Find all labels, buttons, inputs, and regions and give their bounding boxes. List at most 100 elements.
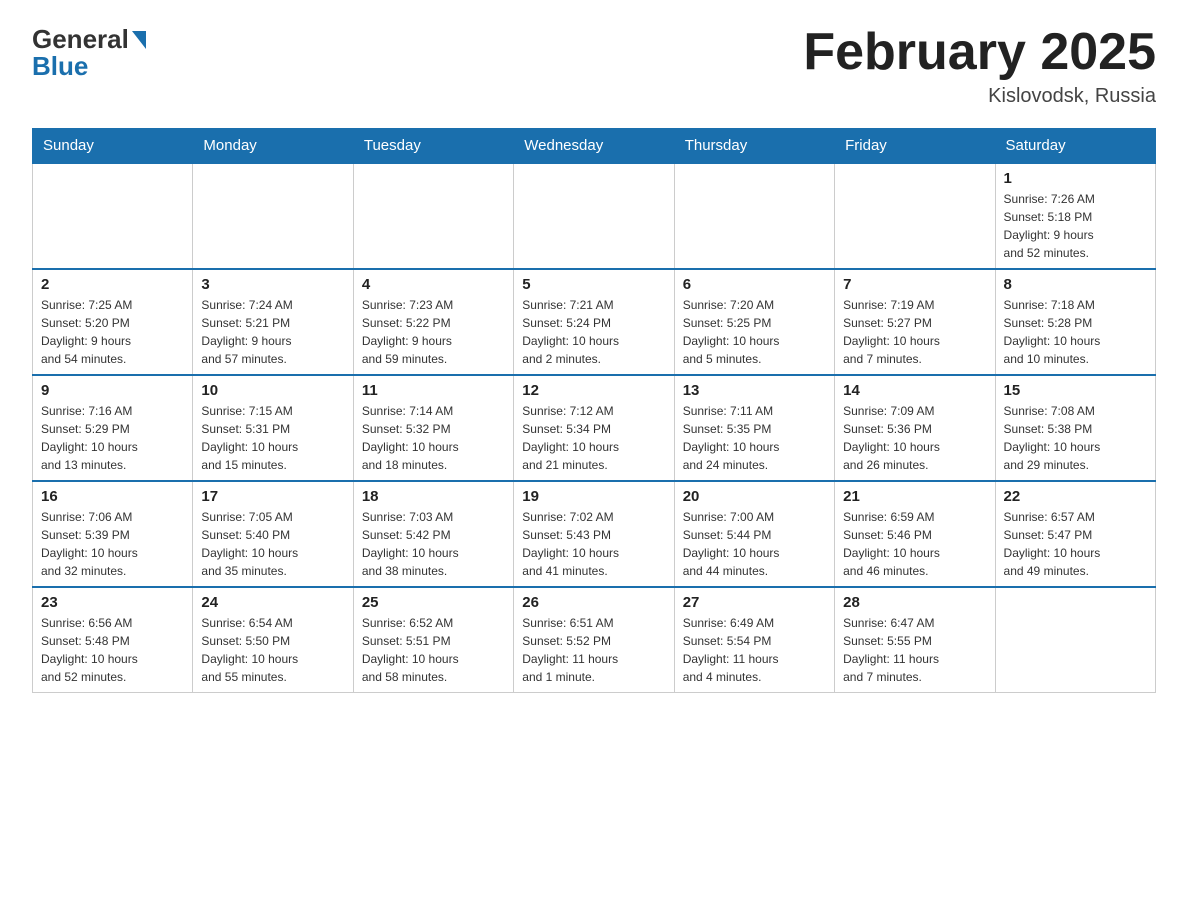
day-number: 26	[522, 594, 665, 611]
day-number: 18	[362, 488, 505, 505]
calendar-cell: 5 Sunrise: 7:21 AM Sunset: 5:24 PM Daylig…	[514, 269, 674, 375]
day-number: 20	[683, 488, 826, 505]
calendar-cell: 14 Sunrise: 7:09 AM Sunset: 5:36 PM Dayli…	[835, 375, 995, 481]
weekday-header-tuesday: Tuesday	[353, 129, 513, 164]
calendar-cell: 19 Sunrise: 7:02 AM Sunset: 5:43 PM Dayli…	[514, 481, 674, 587]
day-number: 11	[362, 382, 505, 399]
day-info: Sunrise: 7:12 AM Sunset: 5:34 PM Dayligh…	[522, 402, 665, 474]
day-number: 5	[522, 276, 665, 293]
calendar-cell: 27Sunrise: 6:49 AM Sunset: 5:54 PM Dayli…	[674, 587, 834, 693]
logo-blue: Blue	[32, 51, 88, 82]
calendar-cell: 24 Sunrise: 6:54 AM Sunset: 5:50 PM Dayli…	[193, 587, 353, 693]
day-number: 17	[201, 488, 344, 505]
calendar-cell	[353, 163, 513, 269]
calendar-cell: 12 Sunrise: 7:12 AM Sunset: 5:34 PM Dayli…	[514, 375, 674, 481]
day-info: Sunrise: 6:57 AM Sunset: 5:47 PM Dayligh…	[1004, 508, 1147, 580]
day-number: 7	[843, 276, 986, 293]
calendar-cell: 21Sunrise: 6:59 AM Sunset: 5:46 PM Dayli…	[835, 481, 995, 587]
calendar-cell: 18 Sunrise: 7:03 AM Sunset: 5:42 PM Dayli…	[353, 481, 513, 587]
calendar-cell: 20Sunrise: 7:00 AM Sunset: 5:44 PM Dayli…	[674, 481, 834, 587]
day-number: 12	[522, 382, 665, 399]
calendar-week-row: 23 Sunrise: 6:56 AM Sunset: 5:48 PM Dayli…	[33, 587, 1156, 693]
day-info: Sunrise: 6:54 AM Sunset: 5:50 PM Dayligh…	[201, 614, 344, 686]
day-number: 23	[41, 594, 184, 611]
calendar-cell: 28 Sunrise: 6:47 AM Sunset: 5:55 PM Dayli…	[835, 587, 995, 693]
day-info: Sunrise: 7:16 AM Sunset: 5:29 PM Dayligh…	[41, 402, 184, 474]
day-number: 13	[683, 382, 826, 399]
calendar-cell	[514, 163, 674, 269]
day-number: 9	[41, 382, 184, 399]
day-info: Sunrise: 7:08 AM Sunset: 5:38 PM Dayligh…	[1004, 402, 1147, 474]
weekday-header-sunday: Sunday	[33, 129, 193, 164]
weekday-header-wednesday: Wednesday	[514, 129, 674, 164]
weekday-header-thursday: Thursday	[674, 129, 834, 164]
calendar-cell: 8 Sunrise: 7:18 AM Sunset: 5:28 PM Daylig…	[995, 269, 1155, 375]
day-info: Sunrise: 6:51 AM Sunset: 5:52 PM Dayligh…	[522, 614, 665, 686]
calendar-cell	[674, 163, 834, 269]
title-section: February 2025 Kislovodsk, Russia	[803, 24, 1156, 108]
calendar-cell: 2Sunrise: 7:25 AM Sunset: 5:20 PM Daylig…	[33, 269, 193, 375]
day-info: Sunrise: 6:47 AM Sunset: 5:55 PM Dayligh…	[843, 614, 986, 686]
day-number: 24	[201, 594, 344, 611]
day-number: 14	[843, 382, 986, 399]
day-info: Sunrise: 7:20 AM Sunset: 5:25 PM Dayligh…	[683, 296, 826, 368]
month-title: February 2025	[803, 24, 1156, 81]
weekday-header-friday: Friday	[835, 129, 995, 164]
location: Kislovodsk, Russia	[803, 85, 1156, 108]
calendar-cell	[995, 587, 1155, 693]
calendar-cell: 15 Sunrise: 7:08 AM Sunset: 5:38 PM Dayli…	[995, 375, 1155, 481]
day-info: Sunrise: 7:26 AM Sunset: 5:18 PM Dayligh…	[1004, 190, 1147, 262]
day-number: 1	[1004, 170, 1147, 187]
day-info: Sunrise: 7:02 AM Sunset: 5:43 PM Dayligh…	[522, 508, 665, 580]
logo: General Blue	[32, 24, 146, 82]
day-number: 21	[843, 488, 986, 505]
day-number: 4	[362, 276, 505, 293]
calendar-cell	[193, 163, 353, 269]
calendar-week-row: 2Sunrise: 7:25 AM Sunset: 5:20 PM Daylig…	[33, 269, 1156, 375]
calendar-cell: 26 Sunrise: 6:51 AM Sunset: 5:52 PM Dayli…	[514, 587, 674, 693]
weekday-header-saturday: Saturday	[995, 129, 1155, 164]
day-info: Sunrise: 7:18 AM Sunset: 5:28 PM Dayligh…	[1004, 296, 1147, 368]
day-info: Sunrise: 7:05 AM Sunset: 5:40 PM Dayligh…	[201, 508, 344, 580]
day-number: 28	[843, 594, 986, 611]
calendar-cell: 22 Sunrise: 6:57 AM Sunset: 5:47 PM Dayli…	[995, 481, 1155, 587]
calendar-cell: 4 Sunrise: 7:23 AM Sunset: 5:22 PM Daylig…	[353, 269, 513, 375]
day-number: 10	[201, 382, 344, 399]
calendar-cell: 6 Sunrise: 7:20 AM Sunset: 5:25 PM Daylig…	[674, 269, 834, 375]
calendar-cell: 3 Sunrise: 7:24 AM Sunset: 5:21 PM Daylig…	[193, 269, 353, 375]
calendar-cell: 13 Sunrise: 7:11 AM Sunset: 5:35 PM Dayli…	[674, 375, 834, 481]
day-number: 25	[362, 594, 505, 611]
day-number: 16	[41, 488, 184, 505]
calendar-table: SundayMondayTuesdayWednesdayThursdayFrid…	[32, 128, 1156, 693]
calendar-cell: 11Sunrise: 7:14 AM Sunset: 5:32 PM Dayli…	[353, 375, 513, 481]
day-number: 15	[1004, 382, 1147, 399]
day-info: Sunrise: 7:23 AM Sunset: 5:22 PM Dayligh…	[362, 296, 505, 368]
calendar-week-row: 9 Sunrise: 7:16 AM Sunset: 5:29 PM Daylig…	[33, 375, 1156, 481]
day-info: Sunrise: 7:03 AM Sunset: 5:42 PM Dayligh…	[362, 508, 505, 580]
day-info: Sunrise: 7:09 AM Sunset: 5:36 PM Dayligh…	[843, 402, 986, 474]
calendar-cell: 25 Sunrise: 6:52 AM Sunset: 5:51 PM Dayli…	[353, 587, 513, 693]
day-info: Sunrise: 6:56 AM Sunset: 5:48 PM Dayligh…	[41, 614, 184, 686]
day-info: Sunrise: 7:19 AM Sunset: 5:27 PM Dayligh…	[843, 296, 986, 368]
calendar-cell: 7 Sunrise: 7:19 AM Sunset: 5:27 PM Daylig…	[835, 269, 995, 375]
day-number: 6	[683, 276, 826, 293]
day-number: 2	[41, 276, 184, 293]
calendar-cell: 1 Sunrise: 7:26 AM Sunset: 5:18 PM Daylig…	[995, 163, 1155, 269]
day-info: Sunrise: 6:52 AM Sunset: 5:51 PM Dayligh…	[362, 614, 505, 686]
day-number: 3	[201, 276, 344, 293]
day-number: 8	[1004, 276, 1147, 293]
day-info: Sunrise: 7:24 AM Sunset: 5:21 PM Dayligh…	[201, 296, 344, 368]
calendar-cell: 16Sunrise: 7:06 AM Sunset: 5:39 PM Dayli…	[33, 481, 193, 587]
weekday-header-monday: Monday	[193, 129, 353, 164]
logo-arrow-icon	[132, 31, 146, 49]
day-number: 19	[522, 488, 665, 505]
calendar-header-row: SundayMondayTuesdayWednesdayThursdayFrid…	[33, 129, 1156, 164]
calendar-week-row: 16Sunrise: 7:06 AM Sunset: 5:39 PM Dayli…	[33, 481, 1156, 587]
day-info: Sunrise: 7:21 AM Sunset: 5:24 PM Dayligh…	[522, 296, 665, 368]
calendar-cell: 23 Sunrise: 6:56 AM Sunset: 5:48 PM Dayli…	[33, 587, 193, 693]
calendar-cell: 10 Sunrise: 7:15 AM Sunset: 5:31 PM Dayli…	[193, 375, 353, 481]
day-info: Sunrise: 7:15 AM Sunset: 5:31 PM Dayligh…	[201, 402, 344, 474]
day-number: 22	[1004, 488, 1147, 505]
calendar-cell	[835, 163, 995, 269]
day-info: Sunrise: 7:11 AM Sunset: 5:35 PM Dayligh…	[683, 402, 826, 474]
